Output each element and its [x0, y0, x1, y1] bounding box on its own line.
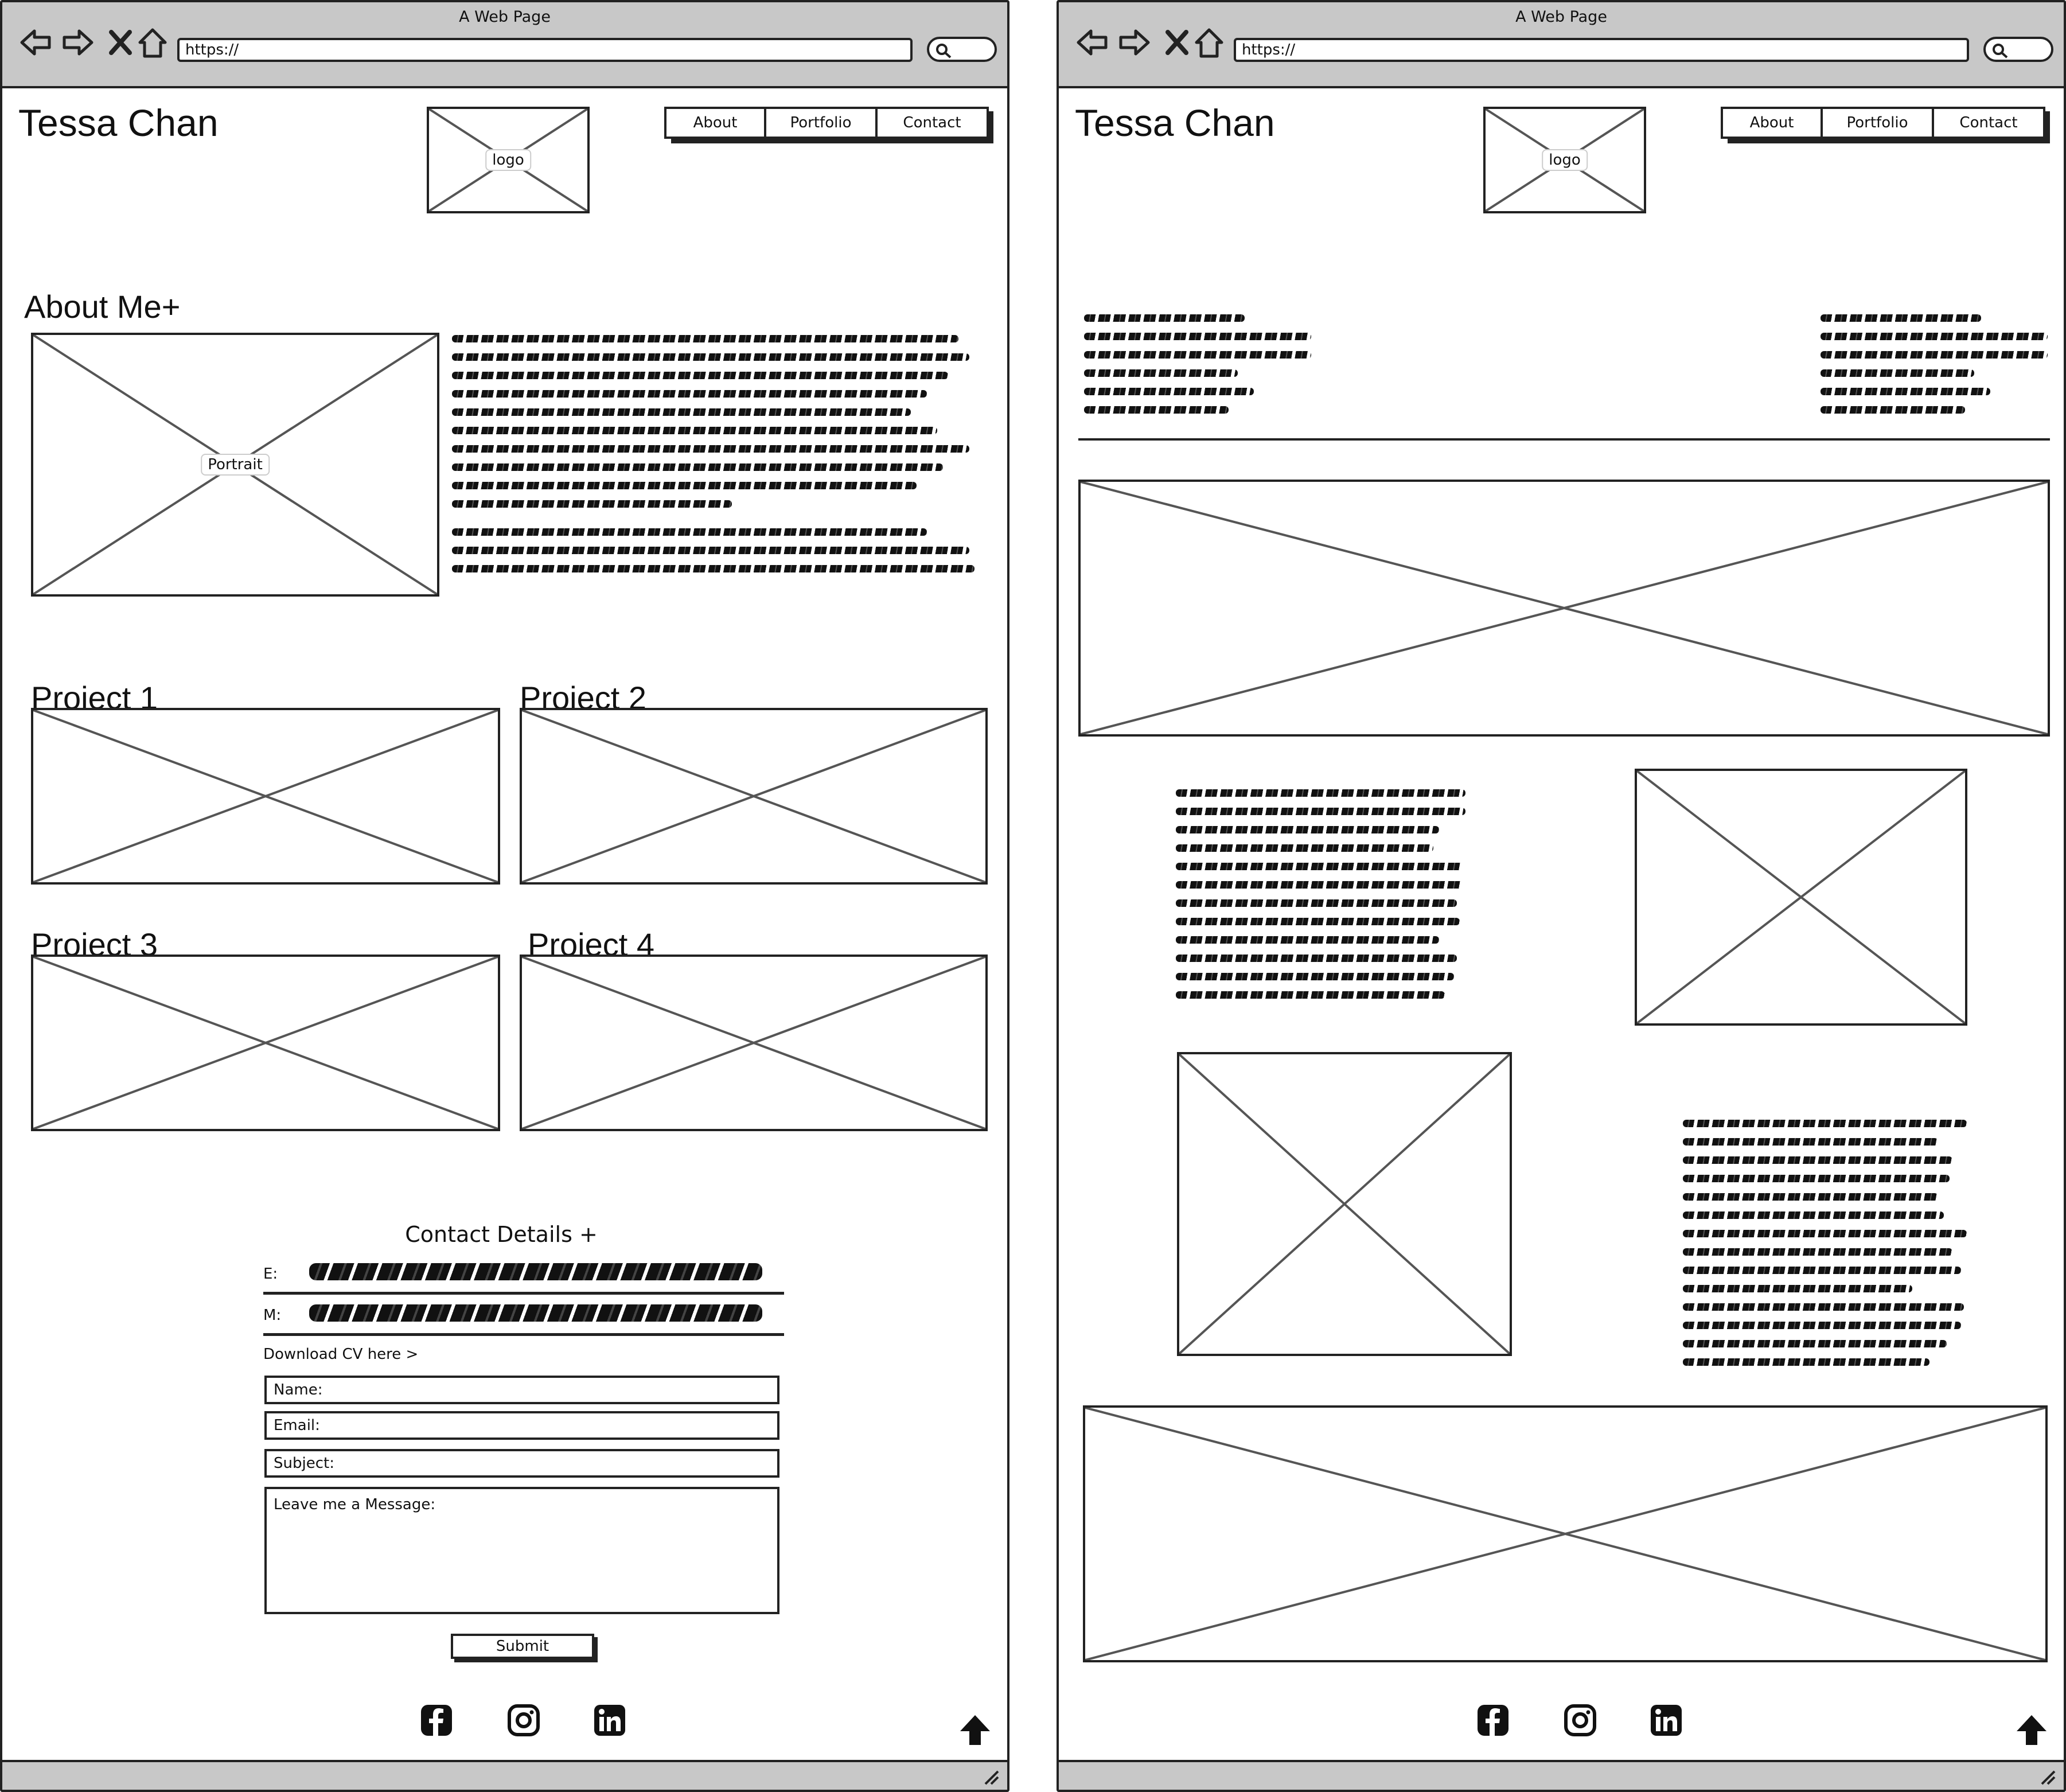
- browser-toolbar: A Web Page https://: [1059, 2, 2064, 88]
- project-4-image[interactable]: [520, 955, 988, 1131]
- arrow-up-icon[interactable]: [2013, 1712, 2050, 1748]
- status-bar: [2, 1760, 1007, 1790]
- contact-mobile-line: M:: [263, 1303, 784, 1336]
- contact-email-line: E:: [263, 1262, 784, 1295]
- portrait-label: Portrait: [201, 454, 270, 476]
- main-nav: About Portfolio Contact: [1721, 107, 2045, 139]
- feature-image-1: [1635, 769, 1967, 1026]
- browser-window-portfolio: A Web Page https:// Tessa Chan logo Abou…: [1057, 0, 2066, 1792]
- home-icon[interactable]: [135, 25, 170, 60]
- window-title: A Web Page: [1515, 8, 1607, 26]
- nav-about[interactable]: About: [1721, 107, 1823, 139]
- nav-contact[interactable]: Contact: [875, 107, 989, 139]
- logo-label: logo: [1542, 149, 1588, 171]
- search-icon: [1993, 44, 2008, 59]
- arrow-up-icon[interactable]: [957, 1712, 993, 1748]
- browser-window-home: A Web Page https:// Tessa Chan logo Abou…: [0, 0, 1009, 1792]
- site-name: Tessa Chan: [1075, 102, 1275, 144]
- feature-text-2-scribble: [1683, 1120, 1970, 1377]
- email-value-scribble: [309, 1263, 762, 1280]
- close-x-icon[interactable]: [1160, 25, 1194, 60]
- bottom-image-placeholder: [1083, 1405, 2048, 1662]
- project-3-image[interactable]: [31, 955, 500, 1131]
- about-title: About Me+: [24, 289, 181, 325]
- mobile-label: M:: [263, 1307, 282, 1324]
- nav-portfolio[interactable]: Portfolio: [764, 107, 878, 139]
- site-name: Tessa Chan: [18, 102, 219, 144]
- nav-contact[interactable]: Contact: [1932, 107, 2045, 139]
- name-input[interactable]: Name:: [264, 1376, 779, 1404]
- url-bar[interactable]: https://: [177, 38, 913, 62]
- status-bar: [1059, 1760, 2064, 1790]
- submit-button[interactable]: Submit: [451, 1634, 594, 1659]
- main-nav: About Portfolio Contact: [664, 107, 989, 139]
- facebook-icon[interactable]: [420, 1704, 453, 1737]
- contact-title: Contact Details +: [405, 1222, 598, 1247]
- back-arrow-icon[interactable]: [1075, 25, 1109, 60]
- back-arrow-icon[interactable]: [18, 25, 53, 60]
- resize-grip-icon[interactable]: [981, 1767, 1000, 1786]
- feature-text-1-scribble: [1176, 789, 1468, 1010]
- window-title: A Web Page: [459, 8, 551, 26]
- logo-label: logo: [485, 149, 531, 171]
- instagram-icon[interactable]: [507, 1704, 540, 1737]
- url-bar[interactable]: https://: [1234, 38, 1969, 62]
- resize-grip-icon[interactable]: [2037, 1767, 2057, 1786]
- feature-image-2: [1177, 1052, 1512, 1356]
- intro-text-left-scribble: [1084, 314, 1313, 424]
- home-icon[interactable]: [1192, 25, 1226, 60]
- facebook-icon[interactable]: [1476, 1704, 1510, 1737]
- about-text-scribble: [452, 335, 980, 583]
- close-x-icon[interactable]: [103, 25, 138, 60]
- portrait-placeholder: Portrait: [31, 333, 439, 597]
- forward-arrow-icon[interactable]: [1117, 25, 1152, 60]
- email-input[interactable]: Email:: [264, 1411, 779, 1440]
- search-box[interactable]: [1983, 37, 2053, 62]
- logo-placeholder: logo: [427, 107, 590, 213]
- search-box[interactable]: [927, 37, 997, 62]
- logo-placeholder: logo: [1483, 107, 1646, 213]
- email-label: E:: [263, 1265, 278, 1283]
- subject-input[interactable]: Subject:: [264, 1449, 779, 1478]
- mobile-value-scribble: [309, 1304, 762, 1322]
- forward-arrow-icon[interactable]: [61, 25, 95, 60]
- download-cv-link[interactable]: Download CV here >: [263, 1346, 418, 1363]
- message-textarea[interactable]: Leave me a Message:: [264, 1487, 779, 1614]
- project-2-image[interactable]: [520, 708, 988, 885]
- instagram-icon[interactable]: [1564, 1704, 1597, 1737]
- divider-line: [1078, 438, 2050, 441]
- hero-image-placeholder: [1078, 480, 2050, 737]
- browser-toolbar: A Web Page https://: [2, 2, 1007, 88]
- project-1-image[interactable]: [31, 708, 500, 885]
- linkedin-icon[interactable]: [1650, 1704, 1683, 1737]
- search-icon: [936, 44, 952, 59]
- nav-portfolio[interactable]: Portfolio: [1821, 107, 1934, 139]
- intro-text-right-scribble: [1821, 314, 2050, 424]
- nav-about[interactable]: About: [664, 107, 766, 139]
- linkedin-icon[interactable]: [593, 1704, 626, 1737]
